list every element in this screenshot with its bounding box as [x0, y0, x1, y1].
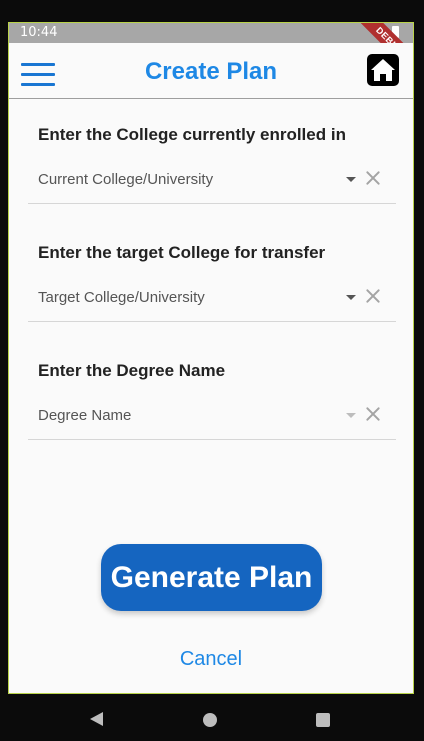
field-label: Enter the Degree Name	[38, 361, 226, 380]
current-college-dropdown[interactable]: Current College/University	[28, 160, 396, 204]
dropdown-caret-icon[interactable]	[346, 295, 356, 300]
field-label: Enter the target College for transfer	[38, 243, 326, 262]
status-bar: 10:44 DEBUG	[9, 23, 413, 83]
recent-apps-icon[interactable]	[316, 713, 330, 727]
home-icon[interactable]	[367, 54, 399, 86]
field-label: Enter the College currently enrolled in	[38, 125, 346, 144]
app-screen: 10:44 DEBUG Create Plan Enter the Colleg…	[8, 22, 414, 694]
dropdown-value: Degree Name	[38, 407, 132, 424]
back-icon[interactable]	[90, 712, 103, 726]
dropdown-value: Current College/University	[38, 171, 214, 188]
app-bar: Create Plan	[9, 43, 413, 99]
dropdown-caret-icon[interactable]	[346, 177, 356, 182]
home-circle-icon[interactable]	[203, 713, 217, 727]
clear-icon[interactable]	[364, 405, 382, 423]
clear-icon[interactable]	[364, 169, 382, 187]
dropdown-value: Target College/University	[38, 289, 205, 306]
page-title: Create Plan	[144, 58, 278, 85]
degree-name-dropdown[interactable]: Degree Name	[28, 396, 396, 440]
target-college-dropdown[interactable]: Target College/University	[28, 278, 396, 322]
cancel-button[interactable]: Cancel	[9, 648, 413, 671]
generate-plan-button[interactable]: Generate Plan	[101, 544, 322, 611]
dropdown-caret-icon	[346, 413, 356, 418]
clear-icon[interactable]	[364, 287, 382, 305]
status-time: 10:44	[20, 25, 58, 40]
system-nav-bar	[0, 694, 424, 741]
